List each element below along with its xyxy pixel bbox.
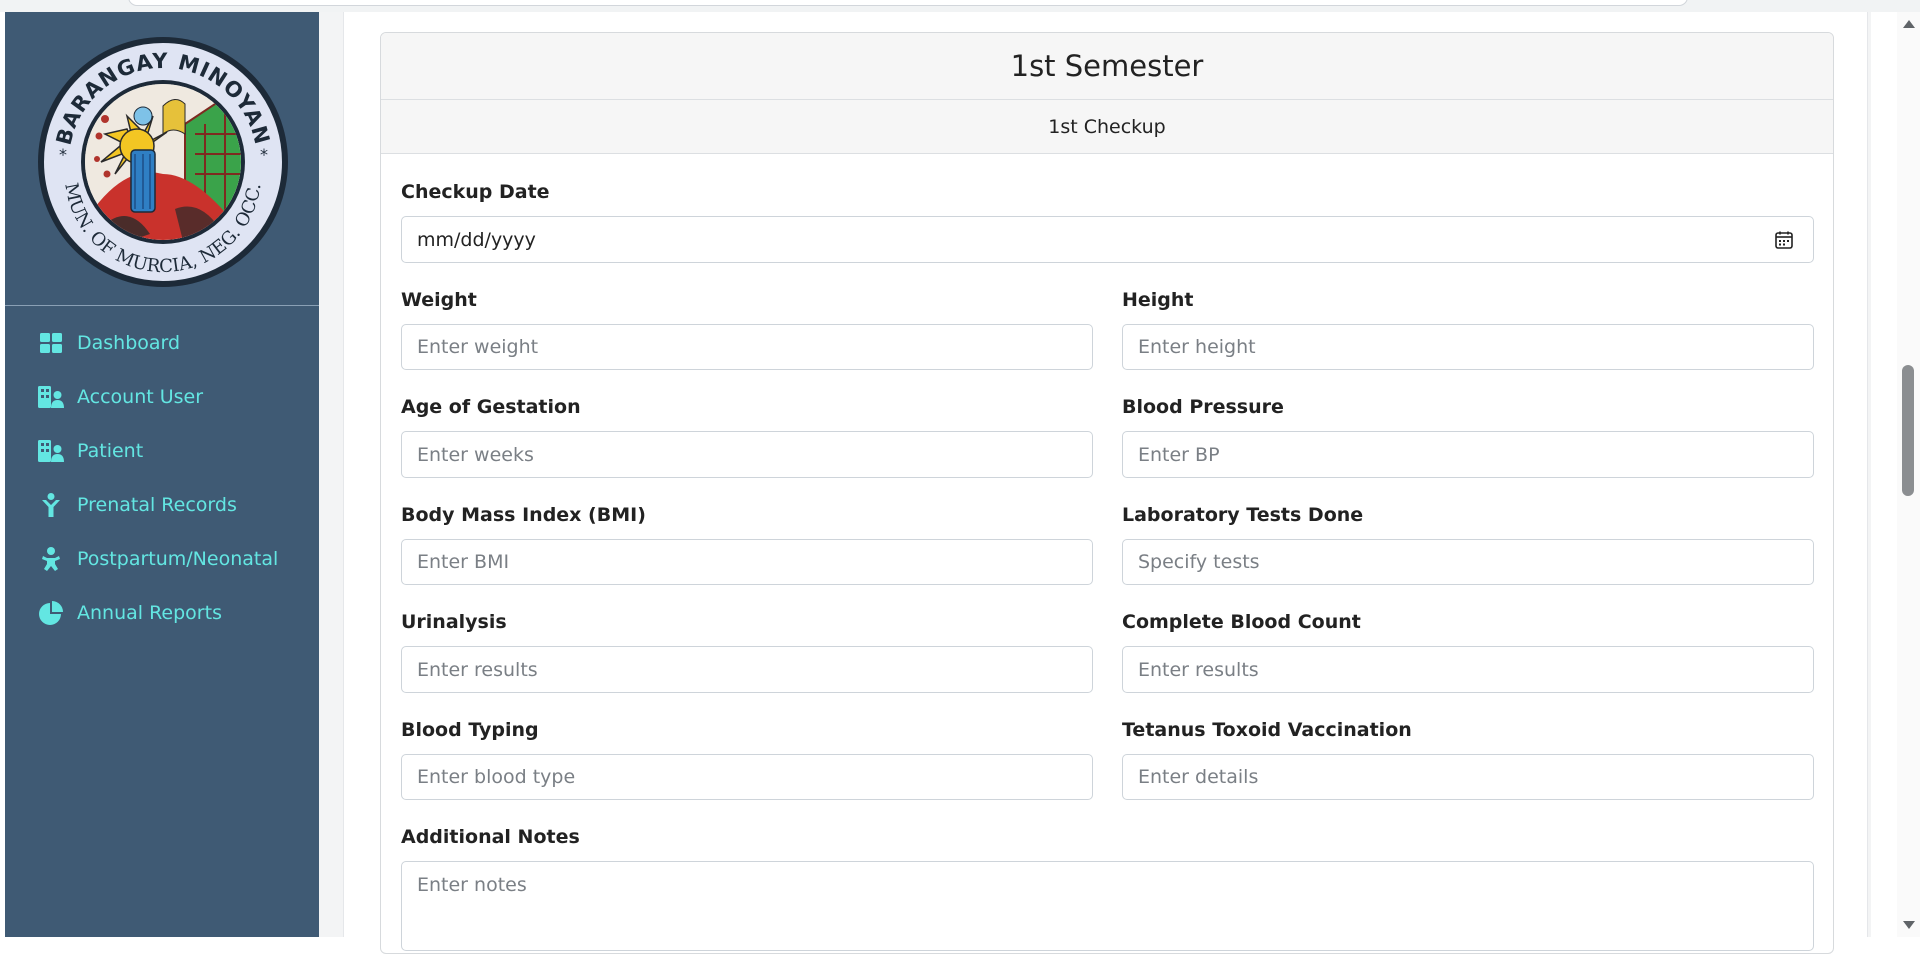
svg-text:*: * [59, 145, 67, 164]
sidebar-item-patient[interactable]: Patient [5, 429, 319, 473]
bmi-input[interactable] [401, 539, 1093, 585]
page-scrollbar[interactable] [1897, 12, 1920, 937]
lab-tests-label: Laboratory Tests Done [1122, 504, 1364, 526]
checkup-date-field[interactable]: mm/dd/yyyy [401, 216, 1814, 263]
weight-label: Weight [401, 289, 477, 311]
checkup-date-label: Checkup Date [401, 181, 550, 203]
sidebar-item-prenatal-records[interactable]: Prenatal Records [5, 483, 319, 527]
bmi-label: Body Mass Index (BMI) [401, 504, 646, 526]
height-input[interactable] [1122, 324, 1814, 370]
urinalysis-input[interactable] [401, 646, 1093, 693]
checkup-form-card: 1st Semester 1st Checkup Checkup Date mm… [380, 32, 1834, 954]
checkup-subtitle: 1st Checkup [381, 100, 1833, 154]
content-panel: 1st Semester 1st Checkup Checkup Date mm… [343, 12, 1868, 954]
sidebar-item-label: Account User [77, 386, 204, 408]
pie-chart-icon [38, 600, 64, 626]
calendar-icon[interactable] [1775, 231, 1793, 249]
height-label: Height [1122, 289, 1194, 311]
sidebar-item-label: Postpartum/Neonatal [77, 548, 279, 570]
users-building-icon [38, 438, 64, 464]
tetanus-label: Tetanus Toxoid Vaccination [1122, 719, 1412, 741]
age-of-gestation-input[interactable] [401, 431, 1093, 478]
cbc-input[interactable] [1122, 646, 1814, 693]
sidebar-item-dashboard[interactable]: Dashboard [5, 321, 319, 365]
users-building-icon [38, 384, 64, 410]
tetanus-input[interactable] [1122, 754, 1814, 800]
lab-tests-input[interactable] [1122, 539, 1814, 585]
cbc-label: Complete Blood Count [1122, 611, 1361, 633]
additional-notes-label: Additional Notes [401, 826, 580, 848]
sidebar-divider [5, 305, 319, 306]
sidebar: * * BARANGAY MINOYAN MUN. OF MURCIA, NEG… [5, 12, 319, 937]
blood-pressure-label: Blood Pressure [1122, 396, 1284, 418]
scrollbar-thumb[interactable] [1902, 365, 1914, 496]
sidebar-item-postpartum-neonatal[interactable]: Postpartum/Neonatal [5, 537, 319, 581]
urinalysis-label: Urinalysis [401, 611, 507, 633]
sidebar-item-label: Patient [77, 440, 144, 462]
semester-title: 1st Semester [381, 33, 1833, 100]
main-area: 1st Semester 1st Checkup Checkup Date mm… [319, 12, 1871, 954]
weight-input[interactable] [401, 324, 1093, 370]
age-of-gestation-label: Age of Gestation [401, 396, 581, 418]
barangay-seal-logo: * * BARANGAY MINOYAN MUN. OF MURCIA, NEG… [38, 37, 288, 287]
address-bar[interactable] [128, 0, 1688, 6]
person-icon [38, 492, 64, 518]
blood-pressure-input[interactable] [1122, 431, 1814, 478]
checkup-date-value: mm/dd/yyyy [417, 229, 536, 251]
scroll-up-arrow-icon[interactable] [1903, 20, 1915, 28]
svg-text:*: * [260, 145, 268, 164]
sidebar-item-label: Prenatal Records [77, 494, 237, 516]
baby-icon [38, 546, 64, 572]
sidebar-item-account-user[interactable]: Account User [5, 375, 319, 419]
dashboard-icon [38, 330, 64, 356]
blood-typing-input[interactable] [401, 754, 1093, 800]
sidebar-item-label: Dashboard [77, 332, 181, 354]
sidebar-item-annual-reports[interactable]: Annual Reports [5, 591, 319, 635]
additional-notes-textarea[interactable] [401, 861, 1814, 951]
scroll-down-arrow-icon[interactable] [1903, 921, 1915, 929]
sidebar-item-label: Annual Reports [77, 602, 222, 624]
browser-top-strip [0, 0, 1920, 12]
blood-typing-label: Blood Typing [401, 719, 539, 741]
